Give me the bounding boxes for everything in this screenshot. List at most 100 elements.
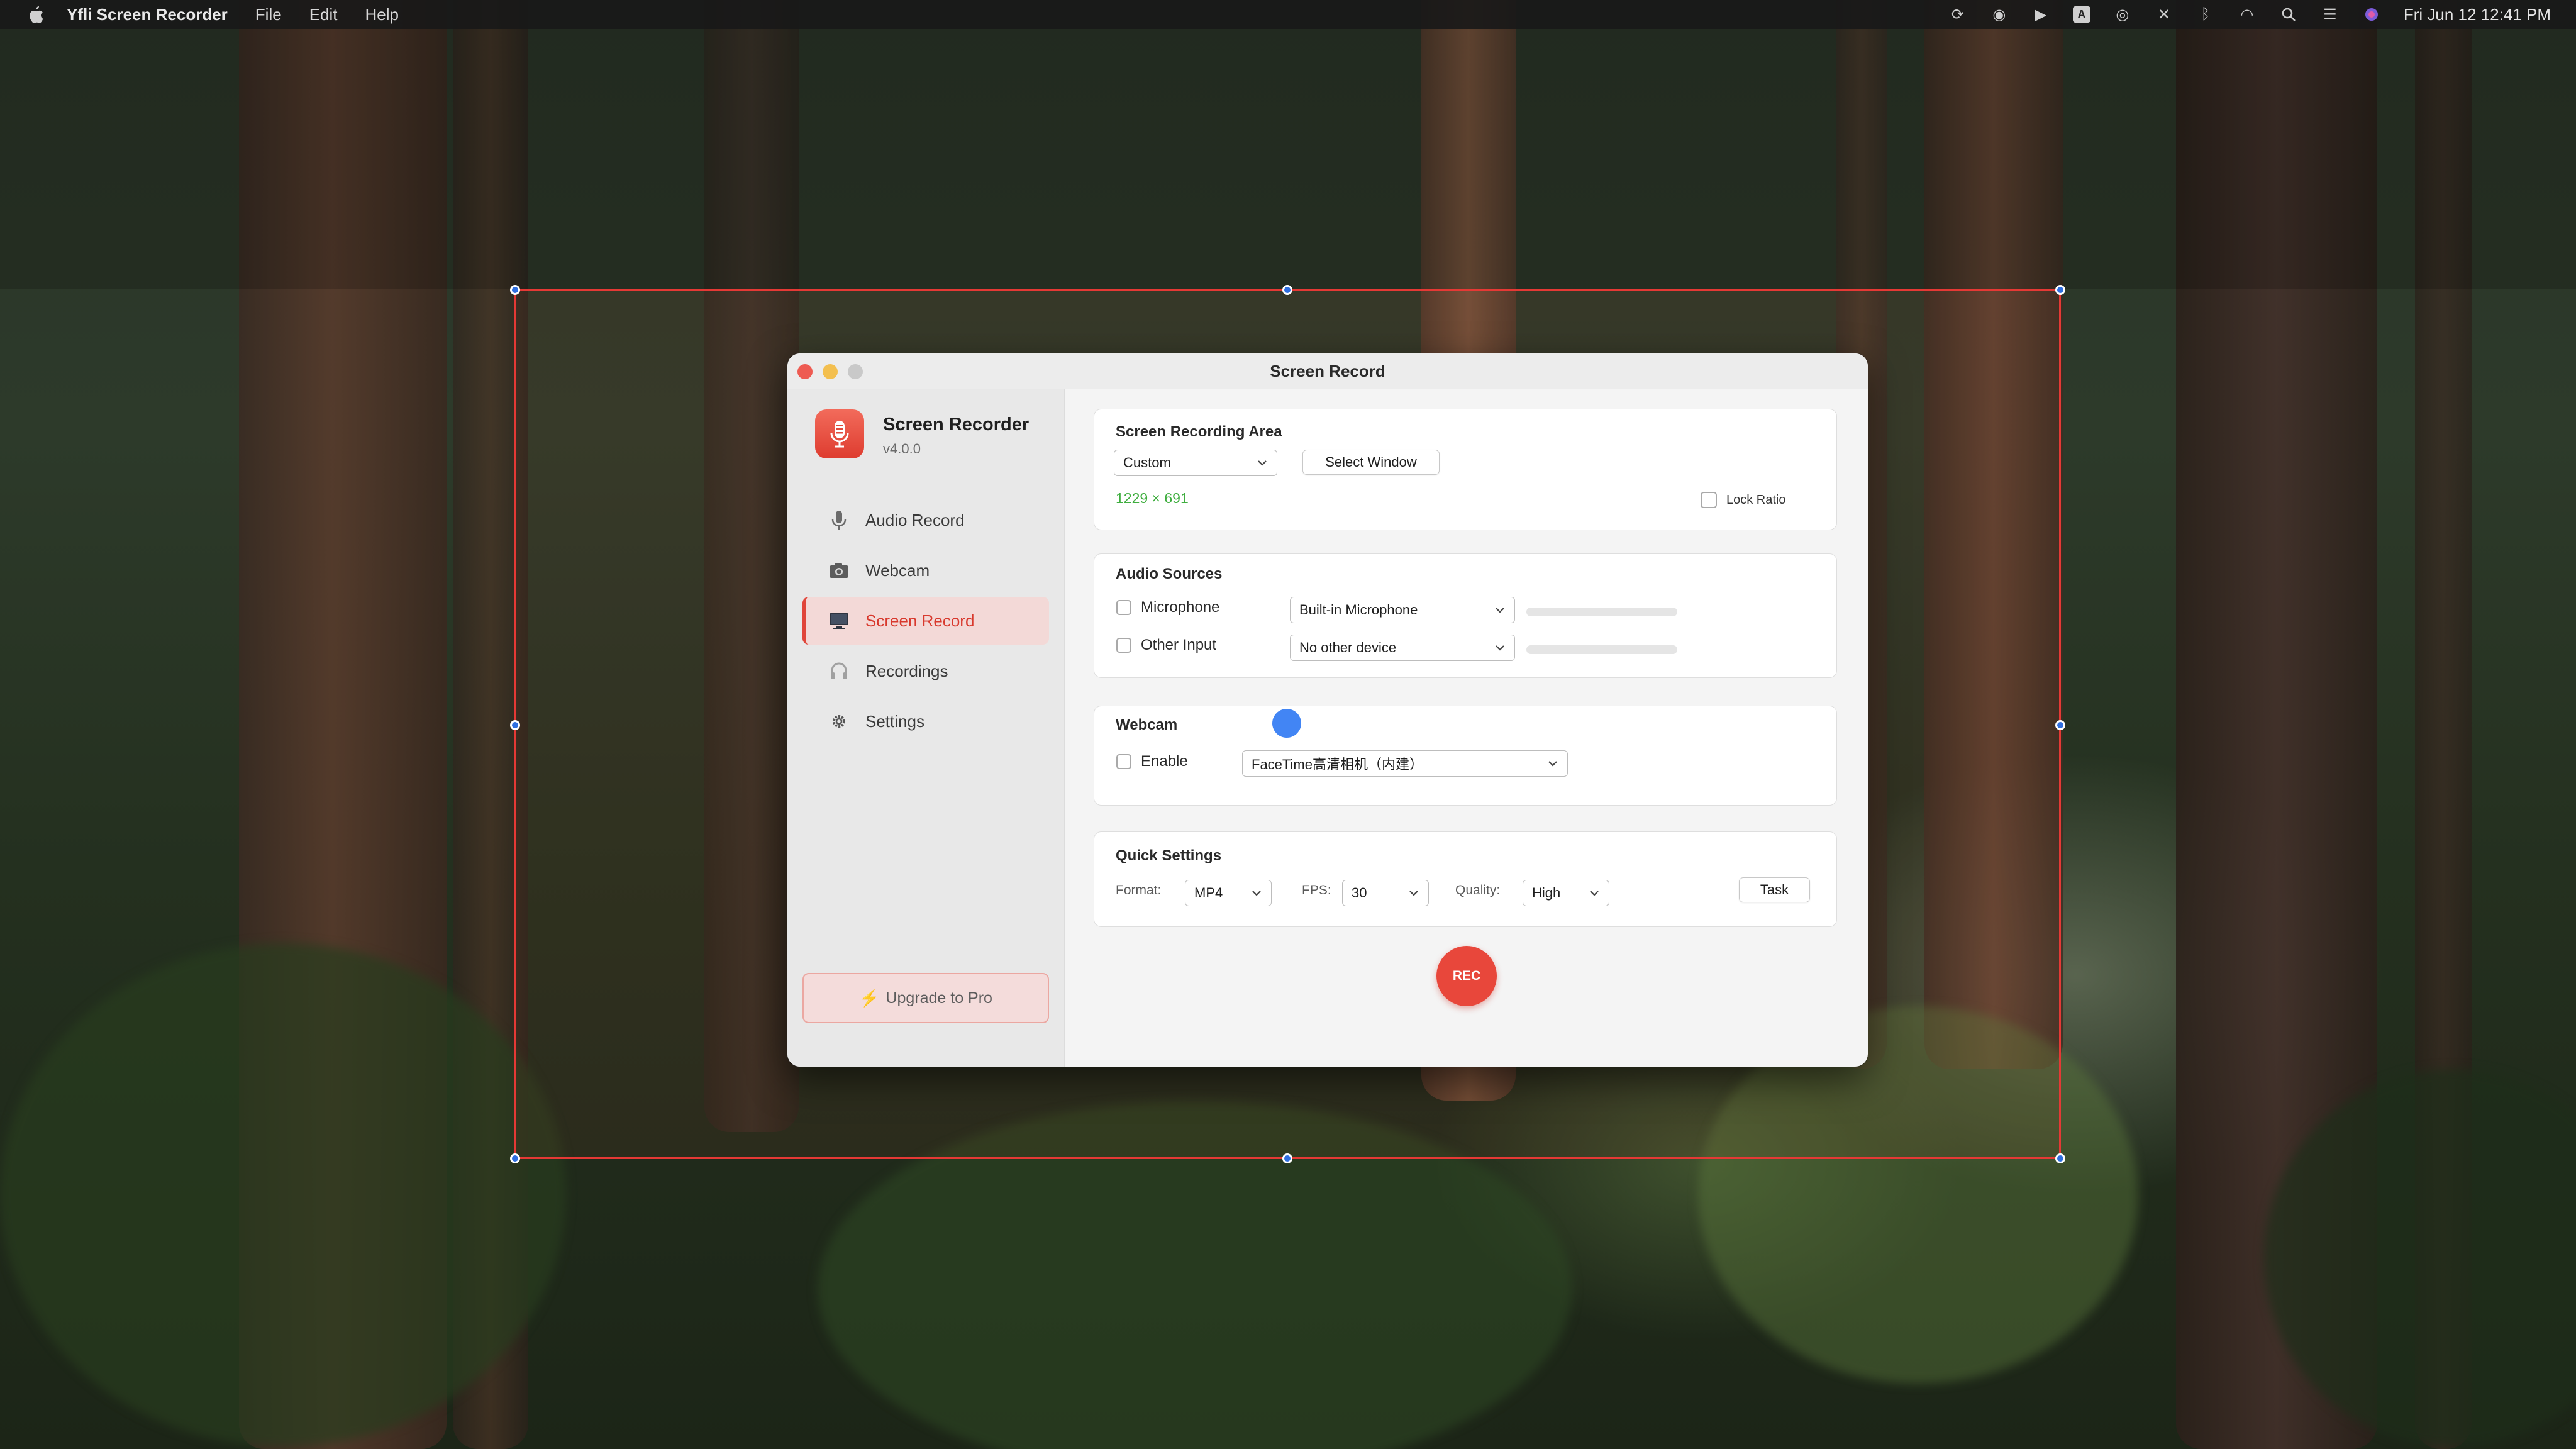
- webcam-device-value: FaceTime高清相机（内建）: [1252, 757, 1423, 772]
- sync-icon[interactable]: ⟳: [1948, 5, 1967, 24]
- menu-file[interactable]: File: [255, 5, 282, 25]
- drag-indicator-dot[interactable]: [1272, 709, 1301, 738]
- sidebar-item-settings[interactable]: Settings: [802, 697, 1049, 745]
- close-window-button[interactable]: [797, 364, 813, 379]
- quick-settings-panel: Quick Settings Format: MP4 FPS: 30 Quali…: [1094, 831, 1837, 927]
- area-mode-select[interactable]: Custom: [1114, 450, 1277, 476]
- sidebar-item-label: Webcam: [865, 560, 930, 580]
- webcam-panel: Webcam Enable FaceTime高清相机（内建）: [1094, 706, 1837, 806]
- keyboard-a-icon[interactable]: A: [2072, 6, 2090, 23]
- control-center-icon[interactable]: ☰: [2321, 5, 2340, 24]
- lightning-icon: ⚡: [859, 988, 880, 1008]
- paw-icon[interactable]: ◉: [1990, 5, 2009, 24]
- chevron-down-icon: [1258, 460, 1267, 466]
- sidebar-item-recordings[interactable]: Recordings: [802, 647, 1049, 695]
- handle-middle-right[interactable]: [2055, 720, 2065, 730]
- sidebar-item-label: Audio Record: [865, 510, 965, 530]
- sidebar-item-label: Screen Record: [865, 611, 975, 630]
- fps-label: FPS:: [1302, 883, 1331, 897]
- area-size-text: 1229 × 691: [1116, 490, 1189, 506]
- zoom-window-button[interactable]: [848, 364, 863, 379]
- sidebar-app-name: Screen Recorder: [883, 414, 1030, 435]
- audio-sources-panel: Audio Sources Microphone Built-in Microp…: [1094, 553, 1837, 678]
- panel-title: Screen Recording Area: [1116, 423, 1282, 440]
- other-input-checkbox[interactable]: [1116, 638, 1131, 653]
- quality-label: Quality:: [1455, 883, 1501, 897]
- menubar-app-name[interactable]: Yfli Screen Recorder: [67, 5, 228, 25]
- menu-help[interactable]: Help: [365, 5, 399, 25]
- chevron-down-icon: [1496, 645, 1504, 651]
- fps-select[interactable]: 30: [1342, 880, 1429, 906]
- format-label: Format:: [1116, 883, 1162, 897]
- window-title: Screen Record: [1270, 361, 1385, 380]
- microphone-checkbox[interactable]: [1116, 600, 1131, 615]
- cast-icon[interactable]: ▶: [2031, 5, 2050, 24]
- chevron-down-icon: [1590, 891, 1599, 896]
- handle-bottom-center[interactable]: [1282, 1153, 1292, 1163]
- minimize-window-button[interactable]: [823, 364, 838, 379]
- handle-top-left[interactable]: [510, 285, 520, 295]
- handle-bottom-right[interactable]: [2055, 1153, 2065, 1163]
- apple-icon[interactable]: [26, 4, 45, 25]
- sidebar-item-webcam[interactable]: Webcam: [802, 547, 1049, 594]
- area-mode-value: Custom: [1123, 455, 1171, 470]
- sidebar: Screen Recorder v4.0.0 Audio Record Webc…: [787, 389, 1065, 1067]
- other-input-device-select[interactable]: No other device: [1290, 635, 1515, 661]
- person-icon[interactable]: ◎: [2113, 5, 2132, 24]
- wifi-icon[interactable]: ◠: [2238, 5, 2257, 24]
- sidebar-item-label: Recordings: [865, 661, 948, 680]
- chevron-down-icon: [1548, 761, 1557, 767]
- menubar-clock[interactable]: Fri Jun 12 12:41 PM: [2404, 5, 2551, 25]
- upgrade-to-pro-button[interactable]: ⚡ Upgrade to Pro: [802, 973, 1049, 1023]
- handle-middle-left[interactable]: [510, 720, 520, 730]
- webcam-device-select[interactable]: FaceTime高清相机（内建）: [1242, 750, 1568, 777]
- webcam-enable-label: Enable: [1141, 753, 1188, 770]
- panel-title: Audio Sources: [1116, 565, 1223, 582]
- record-button[interactable]: REC: [1436, 946, 1497, 1006]
- webcam-enable-checkbox[interactable]: [1116, 754, 1131, 769]
- other-input-level-meter: [1526, 645, 1677, 654]
- bluetooth-icon[interactable]: ᛒ: [2196, 5, 2215, 24]
- quality-select[interactable]: High: [1523, 880, 1609, 906]
- other-input-label: Other Input: [1141, 636, 1217, 653]
- menu-bar: Yfli Screen Recorder File Edit Help ⟳ ◉ …: [0, 0, 2576, 29]
- lock-ratio-label: Lock Ratio: [1726, 493, 1786, 507]
- camera-icon: [828, 559, 850, 582]
- mute-icon[interactable]: ✕: [2155, 5, 2174, 24]
- format-value: MP4: [1194, 885, 1223, 901]
- siri-icon[interactable]: [2362, 5, 2381, 24]
- handle-top-right[interactable]: [2055, 285, 2065, 295]
- panel-title: Quick Settings: [1116, 847, 1222, 864]
- chevron-down-icon: [1409, 891, 1418, 896]
- chevron-down-icon: [1496, 608, 1504, 613]
- lock-ratio-checkbox[interactable]: [1701, 492, 1717, 508]
- gear-icon: [828, 710, 850, 733]
- app-logo: [815, 409, 864, 458]
- other-input-device-value: No other device: [1299, 640, 1397, 655]
- menu-edit[interactable]: Edit: [309, 5, 338, 25]
- title-bar: Screen Record: [787, 353, 1868, 389]
- sidebar-item-screen-record[interactable]: Screen Record: [802, 597, 1049, 645]
- task-button[interactable]: Task: [1739, 877, 1810, 902]
- sidebar-item-audio-record[interactable]: Audio Record: [802, 496, 1049, 544]
- app-window: Screen Record Screen Recorder v4.0.0 Aud…: [787, 353, 1868, 1067]
- handle-bottom-left[interactable]: [510, 1153, 520, 1163]
- select-window-button[interactable]: Select Window: [1302, 450, 1440, 475]
- handle-top-center[interactable]: [1282, 285, 1292, 295]
- screen-recording-area-panel: Screen Recording Area Custom Select Wind…: [1094, 409, 1837, 530]
- format-select[interactable]: MP4: [1185, 880, 1272, 906]
- app-version: v4.0.0: [883, 441, 921, 457]
- panel-title: Webcam: [1116, 716, 1178, 733]
- upgrade-label: Upgrade to Pro: [886, 989, 992, 1007]
- quality-value: High: [1532, 885, 1561, 901]
- search-icon[interactable]: [2279, 5, 2298, 24]
- headphones-icon: [828, 660, 850, 682]
- microphone-device-value: Built-in Microphone: [1299, 602, 1418, 618]
- chevron-down-icon: [1252, 891, 1261, 896]
- microphone-icon: [828, 509, 850, 531]
- microphone-logo-icon: [830, 421, 849, 448]
- microphone-level-meter: [1526, 608, 1677, 616]
- fps-value: 30: [1352, 885, 1367, 901]
- microphone-device-select[interactable]: Built-in Microphone: [1290, 597, 1515, 623]
- outside-dim: [0, 29, 2576, 289]
